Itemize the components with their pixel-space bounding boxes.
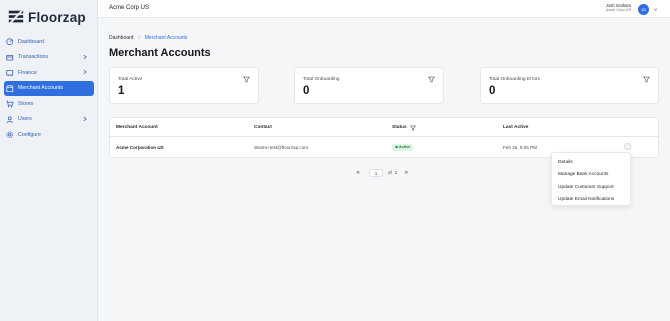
app-logo[interactable]: Floorzap xyxy=(7,6,86,28)
total-pages: 1 xyxy=(394,170,398,175)
column-header-status[interactable]: Status xyxy=(392,125,407,130)
sidebar-item-finance[interactable]: Finance xyxy=(0,65,98,81)
sidebar-item-label: Configure xyxy=(18,131,41,138)
floorzap-logo-icon xyxy=(8,10,24,24)
breadcrumb-current: Merchant Accounts xyxy=(144,35,188,41)
status-badge: Active xyxy=(392,143,414,151)
row-actions-button[interactable]: ⋮ xyxy=(624,142,631,150)
chevron-right-icon xyxy=(83,54,87,59)
sidebar-item-configure[interactable]: Configure xyxy=(0,127,98,143)
sidebar-item-stores[interactable]: Stores xyxy=(0,96,98,112)
pagination-of-label: of xyxy=(388,170,392,175)
sidebar-item-label: Transactions xyxy=(18,54,49,61)
column-header-merchant-account[interactable]: Merchant Account xyxy=(116,125,158,130)
sidebar-item-transactions[interactable]: Transactions xyxy=(0,50,98,66)
user-icon xyxy=(6,115,14,123)
sidebar-item-label: Stores xyxy=(18,100,34,107)
filter-icon[interactable] xyxy=(643,76,650,83)
top-bar: Acme Corp US Josh Graham Acme Corp US JG xyxy=(98,0,670,18)
page-title: Merchant Accounts xyxy=(109,47,211,59)
menu-item-update-customer-support[interactable]: Update Customer Support xyxy=(552,181,630,194)
previous-page-button[interactable]: « xyxy=(354,169,362,177)
stat-card-total-onboarding-errors: Total Onboarding Errors 0 xyxy=(480,67,659,104)
sidebar-item-label: Dashboard xyxy=(18,38,44,45)
stat-label: Total Onboarding Errors xyxy=(489,77,540,82)
pagination: « 1 of 1 » xyxy=(354,168,410,177)
breadcrumb: Dashboard / Merchant Accounts xyxy=(109,35,187,41)
column-header-contact[interactable]: Contact xyxy=(254,125,272,130)
filter-icon[interactable] xyxy=(410,125,416,131)
breadcrumb-home[interactable]: Dashboard xyxy=(109,35,133,41)
page-number-input[interactable]: 1 xyxy=(369,168,383,177)
stat-label: Total Active xyxy=(118,77,143,82)
status-dot-icon xyxy=(395,145,398,149)
filter-icon[interactable] xyxy=(243,76,250,83)
next-page-button[interactable]: » xyxy=(402,169,410,177)
more-vertical-icon: ⋮ xyxy=(625,143,630,148)
chevron-right-icon xyxy=(83,69,87,75)
gear-icon xyxy=(6,131,14,139)
sidebar-item-label: Merchant Accounts xyxy=(18,85,64,92)
stat-card-total-onboarding: Total Onboarding 0 xyxy=(294,67,444,104)
menu-item-update-email-notifications[interactable]: Update Email Notifications xyxy=(552,194,630,207)
user-info[interactable]: Josh Graham Acme Corp US xyxy=(606,3,631,13)
sidebar-item-dashboard[interactable]: Dashboard xyxy=(0,34,98,50)
cart-icon xyxy=(6,100,14,108)
stat-card-total-active: Total Active 1 xyxy=(109,67,259,104)
last-active-date: Feb 26, 5:05 PM xyxy=(503,144,537,150)
menu-item-details[interactable]: Details xyxy=(552,156,630,169)
breadcrumb-separator: / xyxy=(138,35,140,41)
status-text: Active xyxy=(399,145,411,149)
transactions-icon xyxy=(6,53,14,61)
sidebar-nav: Dashboard Transactions Finance Merchant … xyxy=(0,34,98,143)
sidebar-item-merchant-accounts[interactable]: Merchant Accounts xyxy=(4,80,94,96)
avatar[interactable]: JG xyxy=(638,3,649,15)
merchant-icon xyxy=(6,84,14,92)
stat-value: 0 xyxy=(303,85,310,97)
sidebar-item-label: Users xyxy=(18,116,32,123)
finance-icon xyxy=(6,69,14,77)
chevron-down-icon[interactable] xyxy=(653,7,658,12)
sidebar-item-label: Finance xyxy=(18,69,37,76)
app-name: Floorzap xyxy=(28,9,86,25)
stat-value: 1 xyxy=(118,85,125,97)
stat-value: 0 xyxy=(489,85,496,97)
menu-item-manage-bank-accounts[interactable]: Manage Bank Accounts xyxy=(552,169,630,182)
sidebar-item-users[interactable]: Users xyxy=(0,112,98,128)
dashboard-icon xyxy=(6,38,14,46)
organization-title: Acme Corp US xyxy=(109,5,150,11)
chevron-right-icon xyxy=(83,116,87,121)
row-actions-menu: Details Manage Bank Accounts Update Cust… xyxy=(551,152,631,206)
table-header: Merchant Account Contact Status Last Act… xyxy=(110,118,658,137)
column-header-last-active[interactable]: Last Active xyxy=(503,125,528,130)
stat-label: Total Onboarding xyxy=(303,77,340,82)
filter-icon[interactable] xyxy=(428,76,435,83)
contact-email: deatra+test@floorzap.com xyxy=(254,144,309,150)
merchant-name[interactable]: Acme Corporation US xyxy=(116,145,164,150)
user-organization: Acme Corp US xyxy=(605,8,631,12)
sidebar: Floorzap Dashboard Transactions Finance xyxy=(0,0,98,321)
